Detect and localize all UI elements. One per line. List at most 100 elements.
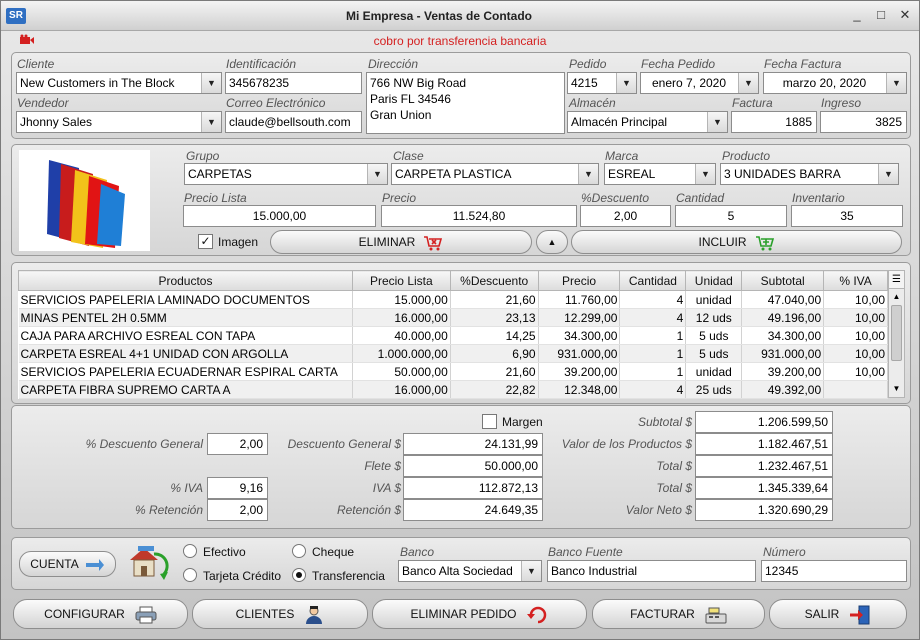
subtotal-field: 1.206.599,50 — [695, 411, 833, 433]
ingreso-label: Ingreso — [821, 96, 862, 110]
chevron-down-icon[interactable]: ▼ — [578, 164, 598, 184]
chevron-down-icon[interactable]: ▼ — [616, 73, 636, 93]
incluir-button[interactable]: INCLUIR — [571, 230, 902, 254]
exit-door-icon — [850, 605, 870, 625]
scroll-thumb[interactable] — [891, 305, 902, 361]
chevron-down-icon[interactable]: ▼ — [201, 112, 221, 132]
direccion-line-1: 766 NW Big Road — [370, 76, 467, 90]
banco-select[interactable]: Banco Alta Sociedad ▼ — [398, 560, 542, 582]
cantidad-field[interactable]: 5 — [675, 205, 787, 227]
banco-fuente-field[interactable]: Banco Industrial — [547, 560, 756, 582]
flete-field[interactable]: 50.000,00 — [403, 455, 543, 477]
house-refresh-icon — [130, 546, 169, 580]
column-header[interactable]: Precio Lista — [351, 270, 451, 291]
table-row[interactable]: SERVICIOS PAPELERIA LAMINADO DOCUMENTOS 1… — [18, 290, 888, 309]
column-header[interactable]: %Descuento — [449, 270, 539, 291]
almacen-select[interactable]: Almacén Principal ▼ — [567, 111, 728, 133]
factura-field[interactable]: 1885 — [731, 111, 817, 133]
precio-lista-field[interactable]: 15.000,00 — [183, 205, 376, 227]
transferencia-radio[interactable] — [292, 568, 306, 582]
table-cell: 4 — [619, 290, 687, 309]
eliminar-button[interactable]: ELIMINAR — [270, 230, 532, 254]
clase-select[interactable]: CARPETA PLASTICA ▼ — [391, 163, 599, 185]
correo-field[interactable]: claude@bellsouth.com — [225, 111, 362, 133]
table-body: SERVICIOS PAPELERIA LAMINADO DOCUMENTOS 1… — [18, 290, 888, 399]
folders-image — [19, 150, 150, 251]
column-header[interactable]: Cantidad — [619, 270, 687, 291]
payment-notice: cobro por transferencia bancaria — [373, 34, 547, 48]
table-cell — [823, 380, 888, 399]
salir-button[interactable]: SALIR — [769, 599, 907, 629]
scroll-up-icon[interactable]: ▲ — [889, 289, 904, 305]
descuento-field[interactable]: 2,00 — [580, 205, 671, 227]
chevron-down-icon[interactable]: ▼ — [521, 561, 541, 581]
imagen-checkbox[interactable]: ✓ — [198, 234, 213, 249]
chevron-down-icon[interactable]: ▼ — [886, 73, 906, 93]
clientes-button[interactable]: CLIENTES — [192, 599, 368, 629]
identificacion-field[interactable]: 345678235 — [225, 72, 362, 94]
collapse-button[interactable]: ▲ — [536, 230, 568, 254]
numero-field[interactable]: 12345 — [761, 560, 907, 582]
table-row[interactable]: SERVICIOS PAPELERIA ECUADERNAR ESPIRAL C… — [18, 362, 888, 381]
table-cell: 47.040,00 — [741, 290, 825, 309]
scroll-down-icon[interactable]: ▼ — [889, 381, 904, 397]
table-row[interactable]: MINAS PENTEL 2H 0.5MM 16.000,00 23,13 12.29… — [18, 308, 888, 327]
ingreso-field[interactable]: 3825 — [820, 111, 907, 133]
configurar-button[interactable]: CONFIGURAR — [13, 599, 188, 629]
close-button[interactable]: ✕ — [897, 6, 913, 24]
table-cell: 1.000.000,00 — [352, 344, 451, 363]
column-header[interactable]: Unidad — [685, 270, 743, 291]
flete-label: Flete $ — [364, 459, 401, 473]
efectivo-radio[interactable] — [183, 544, 197, 558]
iva-pct-field[interactable]: 9,16 — [207, 477, 268, 499]
producto-select[interactable]: 3 UNIDADES BARRA ▼ — [720, 163, 899, 185]
minimize-button[interactable]: _ — [849, 6, 865, 24]
tarjeta-radio[interactable] — [183, 568, 197, 582]
table-cell: 5 uds — [685, 344, 743, 363]
grupo-select[interactable]: CARPETAS ▼ — [184, 163, 388, 185]
retencion-pct-field[interactable]: 2,00 — [207, 499, 268, 521]
restore-button[interactable]: □ — [873, 6, 889, 24]
table-scrollbar[interactable]: ☰ ▲ ▼ — [888, 270, 905, 398]
cliente-select[interactable]: New Customers in The Block ▼ — [16, 72, 222, 94]
column-chooser-icon[interactable]: ☰ — [889, 271, 904, 289]
desc-general-pct-field[interactable]: 2,00 — [207, 433, 268, 455]
table-cell: 49.392,00 — [741, 380, 825, 399]
descuento-label: %Descuento — [581, 191, 650, 205]
fecha-factura-picker[interactable]: marzo 20, 2020 ▼ — [763, 72, 907, 94]
column-header[interactable]: Subtotal — [741, 270, 825, 291]
app-window: SR Mi Empresa - Ventas de Contado _ □ ✕ … — [0, 0, 920, 640]
table-cell: SERVICIOS PAPELERIA ECUADERNAR ESPIRAL C… — [18, 362, 353, 381]
direccion-field[interactable]: 766 NW Big Road Paris FL 34546 Gran Unio… — [366, 72, 565, 134]
facturar-button[interactable]: FACTURAR — [592, 599, 765, 629]
column-header[interactable]: % IVA — [823, 270, 888, 291]
products-table[interactable]: Productos Precio Lista %Descuento Precio Can… — [18, 270, 888, 399]
valor-productos-label: Valor de los Productos $ — [561, 437, 692, 451]
chevron-down-icon[interactable]: ▼ — [738, 73, 758, 93]
column-header[interactable]: Productos — [18, 270, 353, 291]
table-row[interactable]: CARPETA ESREAL 4+1 UNIDAD CON ARGOLLA 1.0… — [18, 344, 888, 363]
iva-pct-label: % IVA — [170, 481, 203, 495]
pedido-select[interactable]: 4215 ▼ — [567, 72, 637, 94]
table-row[interactable]: CARPETA FIBRA SUPREMO CARTA A 16.000,00 22… — [18, 380, 888, 399]
chevron-down-icon[interactable]: ▼ — [367, 164, 387, 184]
chevron-down-icon[interactable]: ▼ — [201, 73, 221, 93]
chevron-down-icon[interactable]: ▼ — [695, 164, 715, 184]
precio-field[interactable]: 11.524,80 — [381, 205, 577, 227]
margen-checkbox[interactable] — [482, 414, 497, 429]
fecha-pedido-picker[interactable]: enero 7, 2020 ▼ — [640, 72, 759, 94]
eliminar-pedido-button[interactable]: ELIMINAR PEDIDO — [372, 599, 587, 629]
transferencia-label: Transferencia — [312, 569, 385, 583]
correo-label: Correo Electrónico — [226, 96, 326, 110]
retencion-amount-label: Retención $ — [336, 503, 401, 517]
chevron-down-icon[interactable]: ▼ — [878, 164, 898, 184]
chevron-down-icon[interactable]: ▼ — [707, 112, 727, 132]
descuento-general-field: 24.131,99 — [403, 433, 543, 455]
vendedor-select[interactable]: Jhonny Sales ▼ — [16, 111, 222, 133]
table-row[interactable]: CAJA PARA ARCHIVO ESREAL CON TAPA 40.000,… — [18, 326, 888, 345]
marca-select[interactable]: ESREAL ▼ — [604, 163, 716, 185]
cheque-radio[interactable] — [292, 544, 306, 558]
column-header[interactable]: Precio — [537, 270, 621, 291]
cuenta-button[interactable]: CUENTA — [19, 551, 116, 577]
table-cell: 50.000,00 — [352, 362, 451, 381]
